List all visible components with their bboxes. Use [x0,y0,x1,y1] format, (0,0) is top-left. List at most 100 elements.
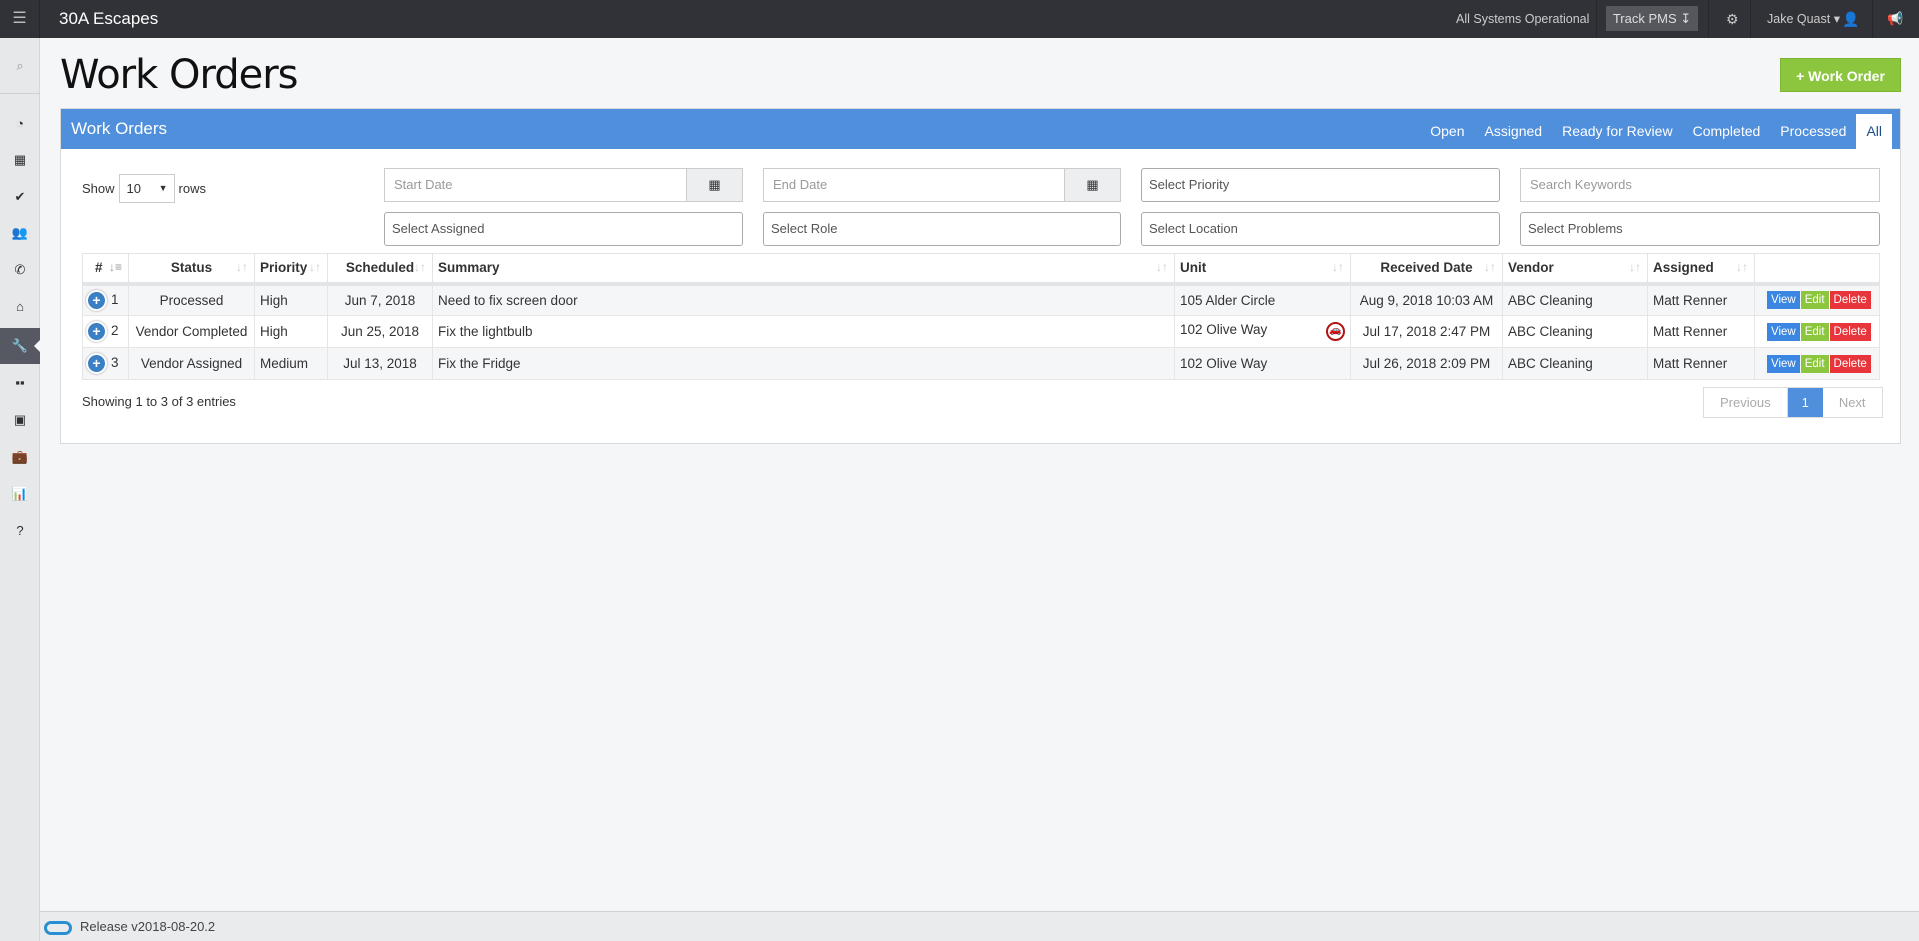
keywords-input[interactable]: Search Keywords [1520,168,1880,202]
tab-open[interactable]: Open [1420,114,1474,149]
start-date-input[interactable]: Start Date ▦ [384,168,743,202]
vendor-cell: ABC Cleaning [1502,315,1648,348]
next-button[interactable]: Next [1823,388,1882,417]
previous-button[interactable]: Previous [1704,388,1788,417]
unit-cell: 102 Olive Way [1174,347,1351,380]
priority-cell: High [254,283,328,316]
priority-select[interactable]: Select Priority [1141,168,1500,202]
received-cell: Aug 9, 2018 10:03 AM [1350,283,1503,316]
scheduled-cell: Jul 13, 2018 [327,347,433,380]
view-button[interactable]: View [1767,322,1800,341]
delete-button[interactable]: Delete [1829,291,1871,310]
edit-button[interactable]: Edit [1800,291,1829,310]
scheduled-cell: Jun 25, 2018 [327,315,433,348]
col-vendor[interactable]: Vendor ↓↑ [1502,253,1648,286]
user-icon[interactable]: 👤 [1842,0,1859,38]
calendar-grid-icon[interactable]: ▦ [686,169,742,201]
delete-button[interactable]: Delete [1829,322,1871,341]
rows-select[interactable]: 10 ▼ [118,174,175,203]
track-pms-button[interactable]: Track PMS ↧ [1606,6,1698,31]
tab-processed[interactable]: Processed [1770,114,1856,149]
system-status[interactable]: All Systems Operational [1456,0,1589,38]
priority-cell: High [254,315,328,348]
announcement-icon[interactable]: 📢 [1887,0,1903,38]
edit-button[interactable]: Edit [1800,322,1829,341]
end-date-input[interactable]: End Date ▦ [763,168,1121,202]
summary-cell: Need to fix screen door [432,283,1175,316]
page-1-button[interactable]: 1 [1787,388,1823,417]
rows-label: rows [178,181,206,196]
col-priority[interactable]: Priority ↓↑ [254,253,328,286]
panel-title: Work Orders [71,119,168,138]
col-received-date[interactable]: Received Date ↓↑ [1350,253,1503,286]
col-actions [1754,253,1880,286]
users-icon[interactable]: 👥 [0,215,40,251]
delete-button[interactable]: Delete [1829,354,1871,373]
expand-icon[interactable]: + [88,355,105,372]
phone-icon[interactable]: ✆ [0,252,40,288]
assigned-cell: Matt Renner [1647,347,1755,380]
edit-button[interactable]: Edit [1800,354,1829,373]
table-row: +3 Vendor Assigned Medium Jul 13, 2018 F… [82,347,1880,380]
user-menu[interactable]: Jake Quast ▾ [1767,0,1840,38]
location-select[interactable]: Select Location [1141,212,1500,246]
grid-icon[interactable]: ▪▪ [0,365,40,401]
view-button[interactable]: View [1767,354,1800,373]
assigned-select[interactable]: Select Assigned [384,212,743,246]
priority-cell: Medium [254,347,328,380]
home-icon[interactable]: ⌂ [0,289,40,325]
calendar-grid-icon[interactable]: ▦ [1064,169,1120,201]
add-work-order-button[interactable]: + Work Order [1780,58,1901,92]
role-select[interactable]: Select Role [763,212,1121,246]
brand[interactable]: 30A Escapes [59,0,158,38]
view-button[interactable]: View [1767,291,1800,310]
footer: Release v2018-08-20.2 [40,911,1919,941]
briefcase-icon[interactable]: 💼 [0,439,40,475]
table-row: +2 Vendor Completed High Jun 25, 2018 Fi… [82,315,1880,348]
summary-cell: Fix the lightbulb [432,315,1175,348]
col-status[interactable]: Status ↓↑ [128,253,255,286]
tab-completed[interactable]: Completed [1683,114,1771,149]
dashboard-icon[interactable]: ◔ [0,106,40,142]
assigned-cell: Matt Renner [1647,283,1755,316]
wrench-icon[interactable]: 🔧 [0,328,41,364]
vendor-cell: ABC Cleaning [1502,347,1648,380]
search-icon[interactable]: ⌕ [0,48,40,84]
status-cell: Processed [128,283,255,316]
col-number[interactable]: # ↓≡ [82,253,129,286]
sidebar: ⌕ ◔ ▦ ✔ 👥 ✆ ⌂ 🔧 ▪▪ ▣ 💼 📊 ? [0,38,41,941]
status-cell: Vendor Assigned [128,347,255,380]
entries-info: Showing 1 to 3 of 3 entries [82,394,236,409]
tab-ready-for-review[interactable]: Ready for Review [1552,114,1683,149]
help-icon[interactable]: ? [0,513,40,549]
col-assigned[interactable]: Assigned ↓↑ [1647,253,1755,286]
pagination: Previous 1 Next [1703,387,1883,418]
money-icon[interactable]: ▣ [0,402,40,438]
problems-select[interactable]: Select Problems [1520,212,1880,246]
col-unit[interactable]: Unit ↓↑ [1174,253,1351,286]
unit-cell: 102 Olive Way 🚗 [1174,315,1351,348]
release-version: Release v2018-08-20.2 [80,919,216,934]
menu-icon[interactable]: ☰ [0,0,40,38]
tab-all[interactable]: All [1856,114,1892,149]
col-scheduled[interactable]: Scheduled ↓↑ [327,253,433,286]
vendor-cell: ABC Cleaning [1502,283,1648,316]
work-orders-panel: Work Orders Open Assigned Ready for Revi… [60,108,1901,444]
chart-icon[interactable]: 📊 [0,476,40,512]
page-title: Work Orders [60,52,299,98]
calendar-icon[interactable]: ▦ [0,142,40,178]
expand-icon[interactable]: + [88,291,105,309]
status-cell: Vendor Completed [128,315,255,348]
tab-assigned[interactable]: Assigned [1474,114,1552,149]
check-icon[interactable]: ✔ [0,179,40,215]
expand-icon[interactable]: + [88,323,105,340]
col-summary[interactable]: Summary ↓↑ [432,253,1175,286]
received-cell: Jul 17, 2018 2:47 PM [1350,315,1503,348]
settings-icon[interactable]: ⚙ [1726,0,1739,38]
summary-cell: Fix the Fridge [432,347,1175,380]
assigned-cell: Matt Renner [1647,315,1755,348]
table-row: +1 Processed High Jun 7, 2018 Need to fi… [82,283,1880,316]
show-label: Show [82,181,115,196]
work-orders-table: # ↓≡ Status ↓↑ Priority ↓↑ Scheduled ↓↑ Summ… [82,253,1880,380]
no-vehicle-icon: 🚗 [1326,322,1345,341]
